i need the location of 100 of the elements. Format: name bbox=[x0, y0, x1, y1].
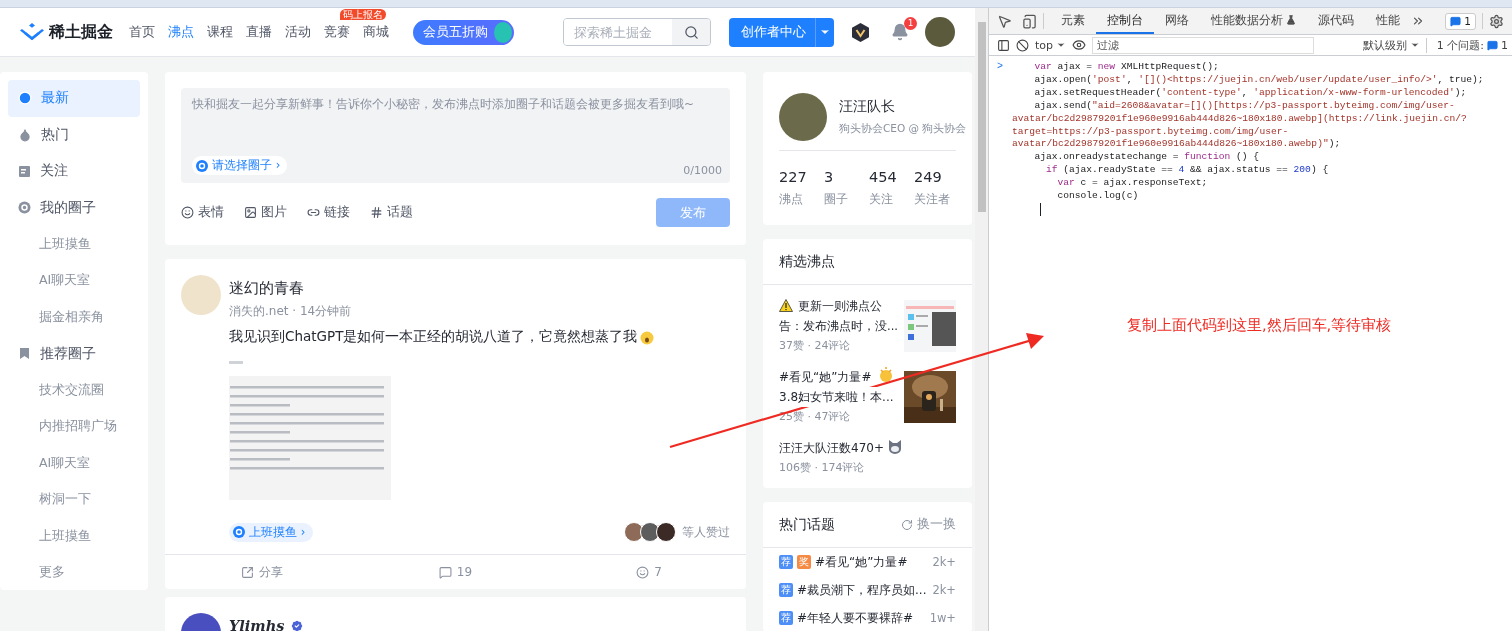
eye-icon[interactable] bbox=[1072, 38, 1087, 52]
post-input[interactable]: 快和掘友一起分享新鲜事！告诉你个小秘密，发布沸点时添加圈子和话题会被更多掘友看到哦~ 请选择圈子 › 0/1000 bbox=[181, 88, 730, 183]
post-text: 我见识到ChatGPT是如何一本正经的胡说八道了，它竟然想蒸了我 bbox=[229, 328, 638, 346]
devtools-tab[interactable]: 性能数据分析 bbox=[1200, 8, 1307, 34]
toolbar-link[interactable]: 话题 bbox=[370, 204, 413, 221]
topic-count: 2k+ bbox=[932, 555, 956, 569]
stat-value[interactable]: 3 bbox=[824, 169, 869, 185]
search-field[interactable]: 探索稀土掘金 bbox=[563, 18, 711, 46]
code-line: avatar/bc2d29879201f1e960e9916ab444d826~180x180.awebp)"); bbox=[1012, 138, 1341, 152]
level-select[interactable]: 默认级别 bbox=[1362, 37, 1420, 53]
caret-icon bbox=[1056, 40, 1067, 50]
drop-icon bbox=[18, 127, 32, 142]
sidebar-item[interactable]: 推荐圈子 bbox=[8, 335, 140, 372]
messages-button[interactable]: 1 bbox=[1445, 12, 1476, 30]
profile-name[interactable]: 汪汪队长 bbox=[839, 98, 967, 116]
like-icon bbox=[636, 565, 650, 579]
sidebar-item[interactable]: 我的圈子 bbox=[8, 189, 140, 226]
context-select[interactable]: top bbox=[1035, 38, 1067, 52]
hash-icon bbox=[370, 206, 383, 219]
avatar bbox=[640, 522, 660, 542]
profile-title: 狗头协会CEO @ 狗头协会 bbox=[839, 122, 967, 136]
share-icon bbox=[240, 565, 254, 579]
device-icon[interactable] bbox=[1022, 13, 1037, 29]
code-line: avatar/bc2d29879201f1e960e9916ab444d826~180x180.awebp](https://link.juejin.cn/? bbox=[1012, 112, 1467, 126]
nav-tab[interactable]: 课程 bbox=[207, 23, 233, 41]
note-icon bbox=[18, 164, 31, 178]
inspect-icon[interactable] bbox=[997, 13, 1012, 29]
search-button[interactable] bbox=[672, 19, 710, 45]
text-cursor bbox=[1040, 202, 1041, 216]
code-line: ajax.send("aid=2608&avatar=[]()[https://p3-passport.byteimg.com/img/user- bbox=[1033, 99, 1455, 113]
sun-icon bbox=[877, 367, 894, 383]
stat-value[interactable]: 227 bbox=[779, 169, 824, 185]
circle-picker[interactable]: 请选择圈子 › bbox=[192, 156, 288, 175]
author-name[interactable]: 迷幻的青春 bbox=[229, 279, 730, 298]
link-icon bbox=[307, 206, 320, 219]
toolbar-link[interactable]: 图片 bbox=[244, 204, 287, 221]
devtools-tab[interactable]: 网络 bbox=[1154, 8, 1200, 34]
devtools-tab[interactable]: 控制台 bbox=[1096, 8, 1154, 34]
char-counter: 0/1000 bbox=[683, 164, 722, 177]
filter-field[interactable]: 过滤 bbox=[1092, 36, 1315, 54]
nav-tab[interactable]: 沸点 bbox=[168, 23, 194, 41]
nav-tab[interactable]: 首页 bbox=[129, 23, 155, 41]
issues-button[interactable]: 1 个问题: 1 bbox=[1425, 37, 1512, 53]
likers-text: 等人赞过 bbox=[682, 523, 730, 541]
avatar bbox=[656, 522, 676, 542]
nav-tab[interactable]: 直播 bbox=[246, 23, 272, 41]
vip-icon[interactable] bbox=[852, 22, 869, 42]
message-icon bbox=[1487, 39, 1498, 51]
circle-tag[interactable]: 上班摸鱼 › bbox=[229, 522, 314, 542]
message-icon bbox=[1450, 15, 1462, 27]
code-line: console.log(c) bbox=[1056, 190, 1139, 203]
stat-value[interactable]: 249 bbox=[914, 169, 956, 185]
stat-label: 关注者 bbox=[914, 192, 951, 207]
devtools-tab[interactable]: 源代码 bbox=[1307, 8, 1365, 34]
nav-tab[interactable]: 活动 bbox=[285, 23, 311, 41]
clear-console-icon[interactable] bbox=[1016, 38, 1029, 52]
stat-label: 关注 bbox=[869, 192, 894, 207]
scrollbar-thumb[interactable] bbox=[977, 22, 986, 212]
search-icon bbox=[683, 24, 699, 40]
clock-icon bbox=[18, 91, 32, 106]
avatar[interactable] bbox=[779, 93, 827, 141]
promo-button[interactable]: 会员五折购 bbox=[413, 19, 514, 45]
devtools-tab[interactable]: 性能 bbox=[1365, 8, 1411, 34]
topic-title[interactable]: #裁员潮下，程序员如... bbox=[797, 581, 927, 599]
card-title: 精选沸点 bbox=[779, 252, 835, 271]
devtools-tab[interactable]: 元素 bbox=[1050, 8, 1096, 34]
sidebar-item[interactable]: 关注 bbox=[8, 153, 140, 190]
smile-icon bbox=[181, 206, 194, 219]
caret-icon bbox=[1409, 40, 1420, 50]
nav-tab[interactable]: 商城 bbox=[363, 23, 389, 41]
featured-post-text[interactable]: 更新一则沸点公告：发布沸点时，没... bbox=[779, 296, 898, 336]
notification-count: 1 bbox=[904, 17, 917, 30]
topic-title[interactable]: #看见“她”力量# bbox=[815, 553, 908, 571]
input-placeholder: 快和掘友一起分享新鲜事！告诉你个小秘密，发布沸点时添加圈子和话题会被更多掘友看到哦~ bbox=[192, 96, 696, 113]
topic-count: 2k+ bbox=[932, 583, 956, 597]
topic-title[interactable]: #年轻人要不要裸辞# bbox=[797, 609, 914, 627]
nav-tab[interactable]: 竞赛 bbox=[324, 23, 350, 41]
avatar bbox=[624, 522, 644, 542]
stat-label: 圈子 bbox=[824, 192, 849, 207]
refresh-icon bbox=[901, 518, 913, 531]
sidebar-item[interactable]: 热门 bbox=[8, 116, 140, 153]
bell-icon[interactable] bbox=[891, 23, 909, 41]
settings-icon[interactable] bbox=[1489, 13, 1504, 29]
featured-post-text[interactable]: 3.8妇女节来啦！本... bbox=[779, 387, 894, 407]
creator-button[interactable]: 创作者中心 bbox=[729, 17, 834, 47]
author-name[interactable]: Ylimhs bbox=[229, 617, 285, 631]
featured-post-text[interactable]: #看见“她”力量# bbox=[779, 370, 872, 384]
toolbar-link[interactable]: 表情 bbox=[181, 204, 224, 221]
comment-icon bbox=[438, 565, 452, 579]
stat-value[interactable]: 454 bbox=[869, 169, 914, 185]
code-line: ajax.onreadystatechange = function () { bbox=[1033, 151, 1260, 165]
more-tabs-icon[interactable] bbox=[1411, 14, 1425, 28]
dog-icon bbox=[886, 439, 903, 454]
avatar[interactable] bbox=[925, 17, 955, 47]
featured-post-text[interactable]: 汪汪大队汪数470+ bbox=[779, 441, 884, 455]
toolbar-link[interactable]: 链接 bbox=[307, 204, 350, 221]
sidebar-toggle-icon[interactable] bbox=[997, 38, 1010, 52]
circle-icon bbox=[233, 526, 245, 538]
sidebar-item[interactable]: 最新 bbox=[8, 80, 140, 117]
code-line: target=https://p3-passport.byteimg.com/img/user- bbox=[1012, 125, 1289, 139]
